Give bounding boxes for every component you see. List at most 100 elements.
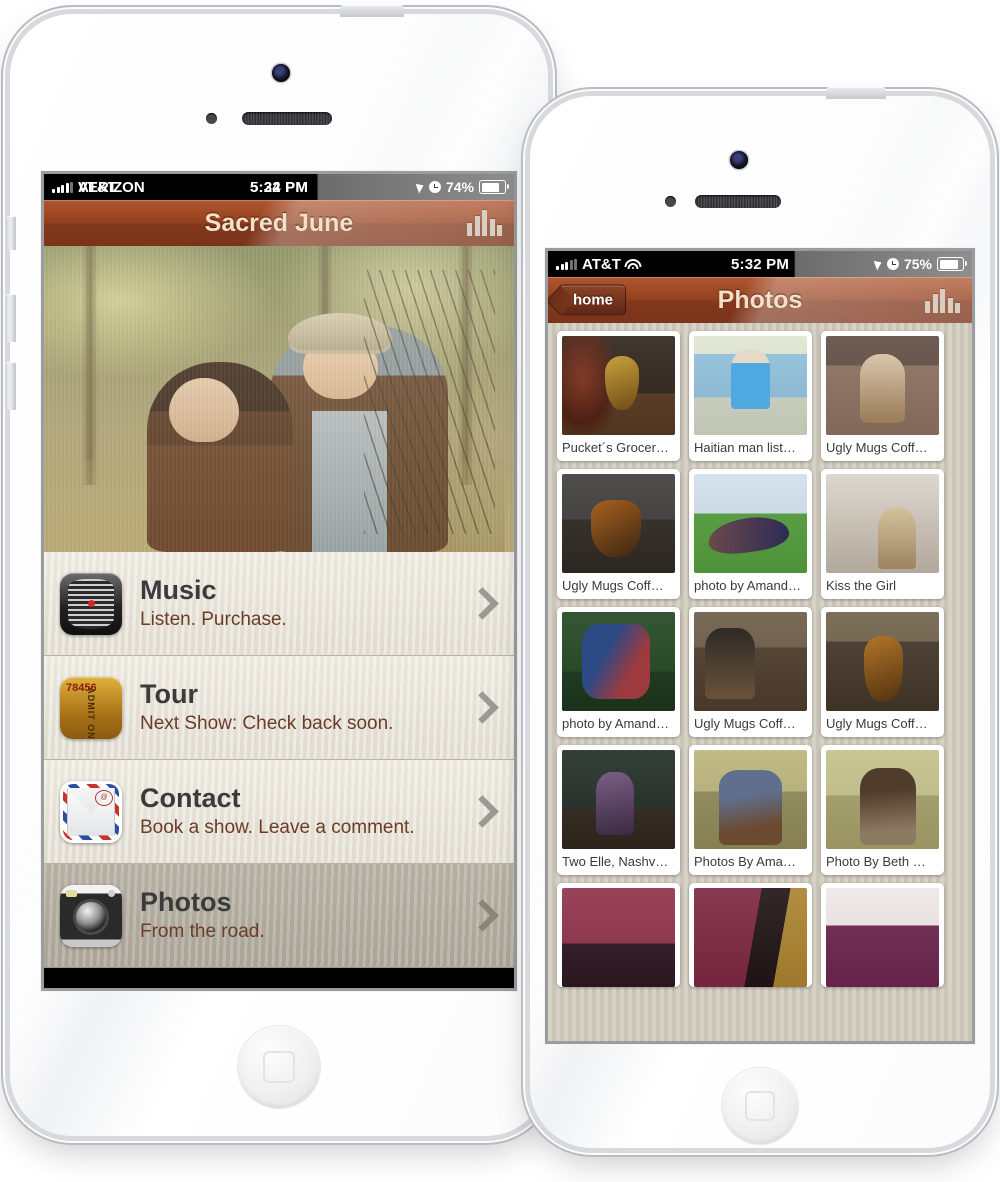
- equalizer-bars-icon[interactable]: [925, 287, 960, 313]
- photo-caption: Kiss the Girl: [826, 578, 897, 593]
- power-button[interactable]: [340, 5, 404, 17]
- photo-thumbnail: [562, 474, 675, 573]
- photo-cell[interactable]: Photos By Ama…: [689, 745, 812, 875]
- menu-row-music[interactable]: Music Listen. Purchase.: [44, 552, 514, 656]
- equalizer-bars-icon[interactable]: [467, 210, 502, 236]
- chevron-right-icon: [466, 899, 499, 932]
- camera-flash: [66, 889, 77, 897]
- photo-cell[interactable]: Ugly Mugs Coff…: [689, 607, 812, 737]
- photo-thumbnail: [826, 612, 939, 711]
- menu-title: Photos: [140, 887, 232, 918]
- proximity-sensor-icon: [665, 196, 676, 207]
- hero-grain-overlay: [44, 246, 514, 552]
- photo-caption: Photos By Ama…: [694, 854, 796, 869]
- right-nav-bar: home Photos: [548, 277, 972, 323]
- menu-row-photos[interactable]: Photos From the road.: [44, 864, 514, 968]
- photo-grid: Pucket´s Grocer… Haitian man list… Ugly …: [548, 323, 972, 987]
- earpiece-speaker: [242, 112, 332, 125]
- volume-down-button[interactable]: [5, 362, 16, 410]
- photo-thumbnail: [562, 750, 675, 849]
- page-title: Photos: [717, 285, 803, 314]
- photo-thumbnail: [826, 750, 939, 849]
- photo-caption: Two Elle, Nashv…: [562, 854, 669, 869]
- photo-caption: Haitian man list…: [694, 440, 796, 455]
- menu-subtitle: Book a show. Leave a comment.: [140, 816, 415, 838]
- home-button[interactable]: [722, 1068, 798, 1144]
- photo-thumbnail: [694, 612, 807, 711]
- menu-text-tour: Tour Next Show: Check back soon.: [140, 680, 471, 734]
- chevron-right-icon: [466, 587, 499, 620]
- status-bar-right: 74%: [415, 179, 509, 195]
- photo-cell-partial[interactable]: [689, 883, 812, 987]
- photo-cell-partial[interactable]: [821, 883, 944, 987]
- front-camera-icon: [272, 64, 290, 82]
- photo-thumbnail: [826, 474, 939, 573]
- photo-caption: Ugly Mugs Coff…: [826, 716, 928, 731]
- photo-grid-scroll-area[interactable]: Pucket´s Grocer… Haitian man list… Ugly …: [548, 323, 972, 1041]
- menu-row-contact[interactable]: @ Contact Book a show. Leave a comment.: [44, 760, 514, 864]
- right-status-bar: AT&T 5:32 PM 75%: [548, 251, 972, 277]
- photo-cell[interactable]: Two Elle, Nashv…: [557, 745, 680, 875]
- back-button-home[interactable]: home: [558, 284, 627, 316]
- chevron-right-icon: [466, 795, 499, 828]
- menu-title: Tour: [140, 679, 198, 710]
- battery-icon: [937, 257, 967, 271]
- menu-text-music: Music Listen. Purchase.: [140, 576, 471, 630]
- photo-caption: Ugly Mugs Coff…: [826, 440, 928, 455]
- photo-thumbnail: [562, 612, 675, 711]
- right-phone-screen: AT&T 5:32 PM 75% home Photos Pucket´s Gr…: [548, 251, 972, 1041]
- battery-percent-label: 75%: [903, 256, 932, 272]
- front-camera-icon: [730, 151, 748, 169]
- hero-band-photo[interactable]: [44, 246, 514, 552]
- menu-text-contact: Contact Book a show. Leave a comment.: [140, 784, 471, 838]
- ticket-icon: [60, 676, 122, 739]
- photo-cell[interactable]: Ugly Mugs Coff…: [821, 331, 944, 461]
- left-phone-screen: AT&T VERIZON 5:32 PM 5:24 PM 74% Sacred …: [44, 174, 514, 988]
- photo-cell[interactable]: Photo By Beth …: [821, 745, 944, 875]
- left-status-bar: AT&T VERIZON 5:32 PM 5:24 PM 74%: [44, 174, 514, 200]
- clock-icon: [886, 258, 899, 270]
- page-title: Sacred June: [204, 208, 354, 237]
- left-nav-bar: Sacred June: [44, 200, 514, 246]
- camera-shutter-dot: [108, 889, 115, 897]
- photo-thumbnail: [562, 888, 675, 987]
- earpiece-speaker: [695, 195, 781, 208]
- location-arrow-icon: [415, 180, 426, 194]
- photo-cell[interactable]: Kiss the Girl: [821, 469, 944, 599]
- menu-subtitle: Listen. Purchase.: [140, 608, 287, 630]
- photo-cell[interactable]: Ugly Mugs Coff…: [557, 469, 680, 599]
- volume-up-button[interactable]: [5, 294, 16, 342]
- stamp-icon: @: [95, 789, 113, 806]
- clock-icon: [428, 181, 441, 193]
- photo-cell[interactable]: photo by Amand…: [557, 607, 680, 737]
- status-bar-right: 75%: [873, 256, 967, 272]
- mute-switch[interactable]: [6, 216, 16, 250]
- menu-row-tour[interactable]: Tour Next Show: Check back soon.: [44, 656, 514, 760]
- photo-cell[interactable]: photo by Amand…: [689, 469, 812, 599]
- main-menu-list: Music Listen. Purchase. Tour Next Show: …: [44, 552, 514, 968]
- photo-thumbnail: [694, 750, 807, 849]
- battery-icon: [479, 180, 509, 194]
- home-button-square-icon: [745, 1091, 775, 1121]
- photo-caption: Pucket´s Grocer…: [562, 440, 669, 455]
- photo-cell-partial[interactable]: [557, 883, 680, 987]
- camera-icon: [60, 884, 122, 947]
- photo-caption: photo by Amand…: [694, 578, 801, 593]
- home-button-square-icon: [263, 1051, 295, 1083]
- photo-caption: Ugly Mugs Coff…: [562, 578, 664, 593]
- photo-caption: Photo By Beth …: [826, 854, 926, 869]
- power-button[interactable]: [826, 87, 886, 99]
- home-button[interactable]: [238, 1026, 320, 1108]
- menu-subtitle: From the road.: [140, 920, 265, 942]
- photo-cell[interactable]: Pucket´s Grocer…: [557, 331, 680, 461]
- photo-thumbnail: [694, 888, 807, 987]
- proximity-sensor-icon: [206, 113, 217, 124]
- photo-cell[interactable]: Ugly Mugs Coff…: [821, 607, 944, 737]
- photo-thumbnail: [694, 474, 807, 573]
- menu-subtitle: Next Show: Check back soon.: [140, 712, 394, 734]
- left-phone: AT&T VERIZON 5:32 PM 5:24 PM 74% Sacred …: [5, 5, 548, 1136]
- chevron-right-icon: [466, 691, 499, 724]
- right-phone: AT&T 5:32 PM 75% home Photos Pucket´s Gr…: [530, 87, 990, 1148]
- back-button-label: home: [573, 291, 614, 309]
- photo-cell[interactable]: Haitian man list…: [689, 331, 812, 461]
